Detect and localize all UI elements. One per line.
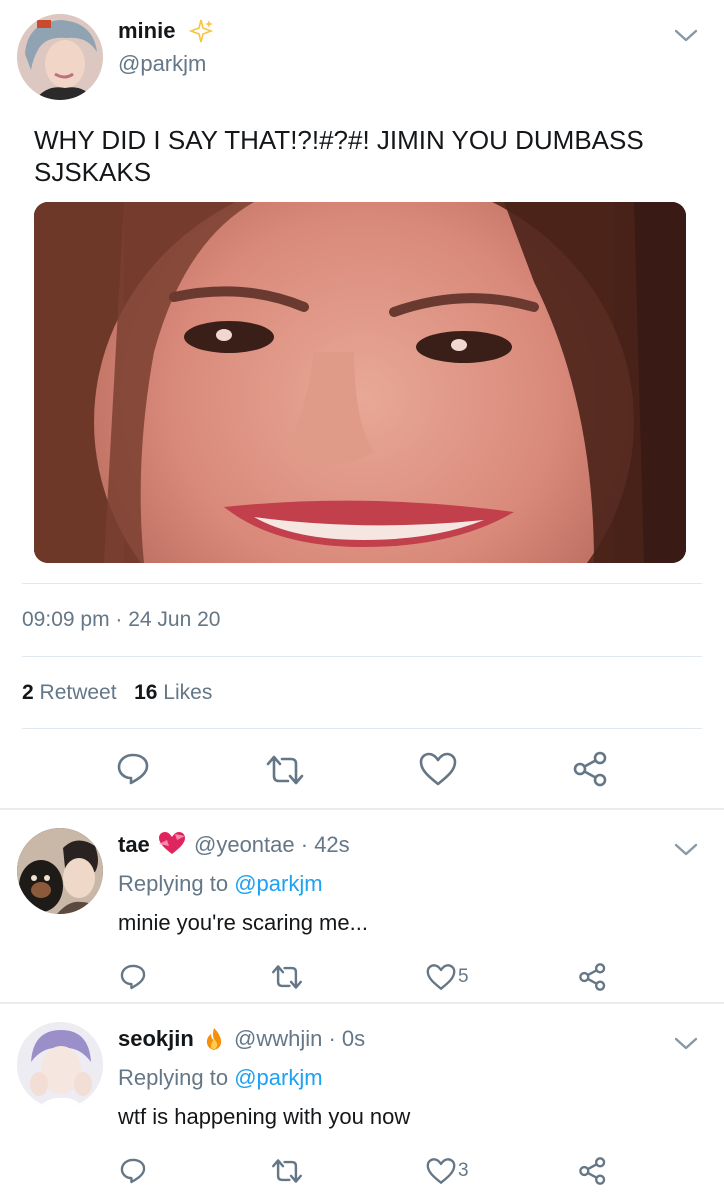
handle[interactable]: @yeontae · 42s (194, 832, 350, 858)
chevron-down-icon[interactable] (672, 840, 700, 860)
replying-prefix: Replying to (118, 871, 229, 896)
replying-prefix: Replying to (118, 1065, 229, 1090)
replying-mention[interactable]: @parkjm (234, 871, 322, 896)
share-icon[interactable] (578, 962, 608, 992)
display-name[interactable]: tae (118, 832, 150, 858)
replying-mention[interactable]: @parkjm (234, 1065, 322, 1090)
reply-tweet[interactable]: tae @yeontae · 42s Replying to @parkjm m… (0, 810, 724, 1004)
reply-icon[interactable] (118, 962, 148, 992)
heart-with-ribbon-icon (159, 832, 185, 854)
divider (22, 728, 702, 729)
like-icon[interactable] (425, 1157, 457, 1185)
fire-icon (206, 1028, 222, 1050)
tweet-stats: 2 Retweet 16 Likes (22, 681, 212, 705)
share-icon[interactable] (578, 1156, 608, 1186)
reply-text: wtf is happening with you now (118, 1104, 411, 1129)
avatar-photo (17, 828, 103, 914)
main-tweet: minie @parkjm WHY DID I SAY THAT!?!#?#! … (0, 0, 724, 810)
tweet-text: WHY DID I SAY THAT!?!#?#! JIMIN YOU DUMB… (34, 125, 644, 187)
like-count[interactable]: 16 (134, 681, 157, 704)
avatar[interactable] (17, 828, 103, 914)
reply-icon[interactable] (114, 750, 152, 788)
retweet-label[interactable]: Retweet (40, 681, 117, 704)
share-icon[interactable] (572, 750, 610, 788)
retweet-count[interactable]: 2 (22, 681, 34, 704)
avatar[interactable] (17, 1022, 103, 1108)
like-icon[interactable] (418, 751, 458, 787)
handle[interactable]: @parkjm (118, 51, 206, 77)
meme-photo (34, 202, 686, 563)
tweet-media-image[interactable] (34, 202, 686, 563)
handle-text[interactable]: @yeontae (194, 832, 295, 857)
chevron-down-icon[interactable] (672, 26, 700, 46)
reply-text: minie you're scaring me... (118, 910, 368, 935)
replying-to: Replying to @parkjm (118, 871, 323, 897)
avatar[interactable] (17, 14, 103, 100)
display-name[interactable]: minie (118, 18, 175, 44)
reply-tweet[interactable]: seokjin @wwhjin · 0s Replying to @parkjm… (0, 1004, 724, 1200)
display-name[interactable]: seokjin (118, 1026, 194, 1052)
like-count[interactable]: 3 (458, 1160, 469, 1182)
sparkles-icon (188, 19, 214, 43)
tweet-time[interactable]: · 0s (328, 1026, 365, 1051)
handle-text[interactable]: @wwhjin (234, 1026, 322, 1051)
replying-to: Replying to @parkjm (118, 1065, 323, 1091)
retweet-icon[interactable] (264, 752, 306, 788)
avatar-photo (17, 14, 103, 100)
tweet-time[interactable]: · 42s (301, 832, 350, 857)
chevron-down-icon[interactable] (672, 1034, 700, 1054)
retweet-icon[interactable] (270, 962, 304, 992)
retweet-icon[interactable] (270, 1156, 304, 1186)
avatar-photo (17, 1022, 103, 1108)
divider (22, 656, 702, 657)
tweet-timestamp[interactable]: 09:09 pm · 24 Jun 20 (22, 608, 220, 632)
like-label[interactable]: Likes (163, 681, 212, 704)
reply-icon[interactable] (118, 1156, 148, 1186)
divider (22, 583, 702, 584)
like-icon[interactable] (425, 963, 457, 991)
handle[interactable]: @wwhjin · 0s (234, 1026, 365, 1052)
like-count[interactable]: 5 (458, 966, 469, 988)
